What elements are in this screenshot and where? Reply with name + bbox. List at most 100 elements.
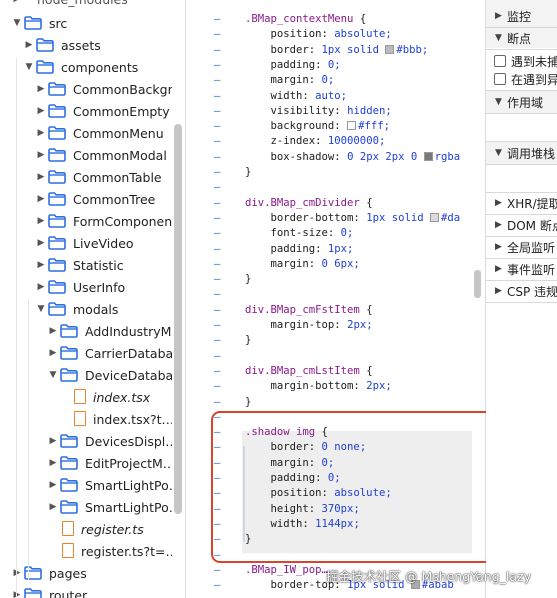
chevron-right-icon[interactable]: ▶ [36, 172, 46, 182]
code-text: margin-top: 2px; [245, 319, 373, 331]
chevron-right-icon: ▶ [495, 198, 502, 208]
chevron-right-icon[interactable]: ▶ [48, 480, 58, 490]
folder-icon [60, 456, 78, 470]
chevron-right-icon[interactable]: ▶ [36, 150, 46, 160]
tree-item-label: router [49, 588, 88, 598]
chevron-right-icon[interactable]: ▶ [36, 238, 46, 248]
chevron-right-icon[interactable]: ▶ [36, 194, 46, 204]
folder-icon [24, 566, 42, 580]
chevron-right-icon[interactable]: ▶ [48, 326, 58, 336]
tree-folder-item[interactable]: ▶ CommonTable [0, 166, 185, 188]
tree-item-label: LiveVideo [73, 236, 134, 251]
tree-item-label: EditProjectM… [85, 456, 172, 471]
section-event-listeners[interactable]: ▶ 事件监听 [486, 258, 557, 280]
checkbox[interactable] [494, 55, 506, 67]
color-swatch[interactable] [429, 212, 439, 222]
code-line: –} [186, 165, 485, 180]
tree-folder-item[interactable]: ▶ CommonModal [0, 144, 185, 166]
tree-folder-item[interactable]: ▶ LiveVideo [0, 232, 185, 254]
code-text: width: auto; [245, 89, 348, 102]
chevron-right-icon: ▶ [495, 286, 502, 296]
code-text: div.BMap_cmDivider { [245, 196, 373, 209]
tree-item-partial[interactable]: ▶ node_modules [0, 0, 185, 10]
option-label: 遇到未捕 [511, 54, 557, 69]
diff-removed-marker: – [214, 395, 221, 408]
tree-folder-item[interactable]: ▶ assets [0, 34, 185, 56]
chevron-right-icon[interactable]: ▶ [12, 568, 22, 578]
chevron-down-icon[interactable]: ▼ [24, 62, 34, 72]
section-watch[interactable]: ▶ 监控 [486, 5, 557, 27]
code-line: – border-bottom: 1px solid #da [186, 211, 485, 226]
tree-folder-item[interactable]: ▶ CommonTree [0, 188, 185, 210]
chevron-right-icon[interactable]: ▶ [12, 590, 22, 598]
code-scrollbar[interactable] [474, 270, 481, 298]
tree-folder-item[interactable]: ▶ CommonBackgr… [0, 78, 185, 100]
folder-icon [48, 280, 66, 294]
chevron-right-icon[interactable]: ▶ [36, 216, 46, 226]
diff-removed-marker: – [214, 166, 221, 178]
file-icon [62, 543, 74, 558]
color-swatch[interactable] [385, 44, 395, 54]
section-call-stack[interactable]: ▼ 调用堆栈 [486, 142, 557, 164]
chevron-right-icon[interactable]: ▶ [36, 106, 46, 116]
chevron-down-icon[interactable]: ▼ [12, 18, 22, 28]
file-icon [74, 389, 86, 404]
code-text: padding: 1px; [245, 242, 354, 255]
chevron-right-icon[interactable]: ▶ [36, 84, 46, 94]
code-text: z-index: 10000000; [245, 135, 386, 148]
chevron-right-icon[interactable]: ▶ [36, 260, 46, 270]
section-xhr-breakpoints[interactable]: ▶ XHR/提取 [486, 192, 557, 214]
tree-folder-item[interactable]: ▼ components [0, 56, 185, 78]
tree-folder-item[interactable]: ▶ UserInfo [0, 276, 185, 298]
chevron-down-icon[interactable]: ▼ [36, 304, 46, 314]
diff-removed-marker: – [214, 380, 221, 393]
chevron-right-icon[interactable]: ▶ [48, 458, 58, 468]
tree-folder-item[interactable]: ▶ CommonEmpty [0, 100, 185, 122]
tree-item-label: CommonTable [73, 170, 162, 185]
section-csp-violations[interactable]: ▶ CSP 违规 [486, 280, 557, 302]
folder-icon [24, 16, 42, 30]
color-swatch[interactable] [347, 121, 357, 131]
code-text: } [245, 273, 252, 286]
folder-icon [48, 258, 66, 272]
chevron-right-icon[interactable]: ▶ [48, 502, 58, 512]
tree-item-label: index.tsx?t… [93, 412, 172, 427]
chevron-right-icon: ▶ [495, 264, 502, 274]
code-text: div.BMap_cmLstItem { [245, 364, 373, 377]
chevron-right-icon[interactable]: ▶ [36, 128, 46, 138]
tree-item-label: components [61, 60, 139, 75]
diff-removed-marker: – [214, 273, 221, 286]
tree-item-label: src [49, 16, 68, 31]
section-scope[interactable]: ▼ 作用域 [486, 91, 557, 113]
section-global-listeners[interactable]: ▶ 全局监听 [486, 236, 557, 258]
tree-folder-item[interactable]: ▶ FormComponent [0, 210, 185, 232]
tree-folder-item[interactable]: ▶ Statistic [0, 254, 185, 276]
tree-item-label: node_modules [37, 0, 128, 7]
folder-icon [48, 104, 66, 118]
folder-icon [48, 236, 66, 250]
color-swatch[interactable] [423, 151, 433, 161]
chevron-right-icon[interactable]: ▶ [36, 282, 46, 292]
sidebar-scrollbar[interactable] [174, 124, 182, 514]
tree-folder-item[interactable]: ▶ CommonMenu [0, 122, 185, 144]
chevron-right-icon[interactable]: ▶ [24, 40, 34, 50]
chevron-right-icon[interactable]: ▶ [48, 348, 58, 358]
folder-icon [48, 192, 66, 206]
section-label: 监控 [507, 9, 532, 24]
code-line: – [186, 349, 485, 364]
diff-removed-marker: – [214, 349, 221, 362]
file-icon [62, 521, 74, 536]
chevron-right-icon[interactable]: ▶ [48, 436, 58, 446]
checkbox[interactable] [494, 73, 506, 85]
section-dom-breakpoints[interactable]: ▶ DOM 断点 [486, 214, 557, 236]
tree-item-label: UserInfo [73, 280, 126, 295]
diff-removed-marker: – [214, 211, 221, 224]
diff-removed-marker: – [214, 28, 221, 41]
section-breakpoints[interactable]: ▼ 断点 [486, 27, 557, 49]
code-line: – .BMap_contextMenu { [186, 12, 485, 27]
chevron-down-icon[interactable]: ▼ [48, 370, 58, 380]
tree-folder-item[interactable]: ▶ router [0, 584, 185, 598]
folder-icon [60, 324, 78, 338]
pause-caught-option[interactable]: 在遇到异 [486, 68, 557, 90]
tree-folder-item[interactable]: ▼ src [0, 12, 185, 34]
